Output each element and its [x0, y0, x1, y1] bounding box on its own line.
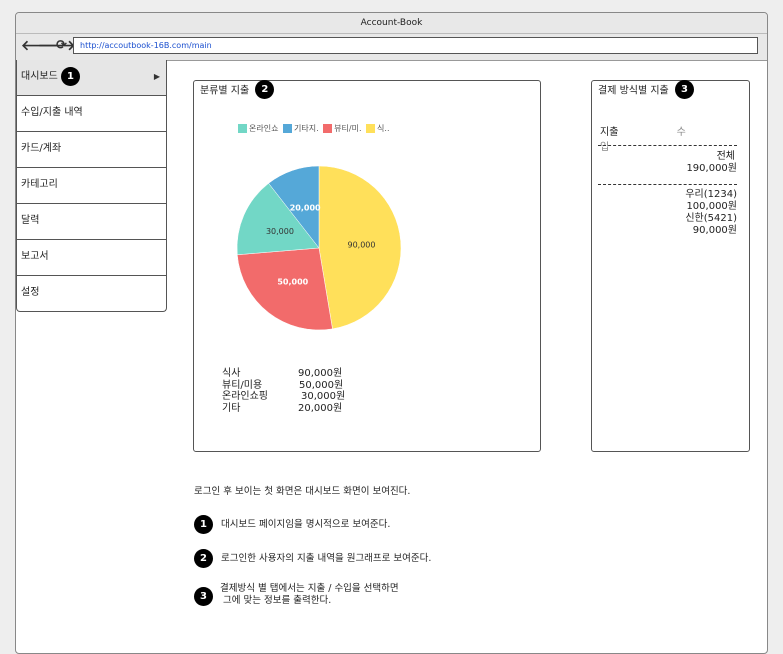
summary-row: 식사 90,000원 [222, 368, 343, 379]
pie-data-label: 20,000 [290, 204, 321, 213]
step-badge: 2 [255, 80, 275, 99]
legend-item[interactable]: 온라인쇼 [238, 124, 278, 133]
refresh-icon[interactable]: ⟳ [56, 37, 67, 55]
payment-methods: 우리(1234) 100,000원 신한(5421) 90,000원 [685, 189, 737, 237]
summary-row: 기타 20,000원 [222, 402, 343, 414]
sidebar-item-label: 달력 [21, 215, 40, 226]
step-badge: 2 [194, 549, 213, 568]
sidebar-item-reports[interactable]: 보고서 [16, 240, 167, 276]
panel-title: 분류별 지출 2 [200, 80, 275, 101]
divider [598, 184, 737, 185]
note-item: 2 로그인한 사용자의 지출 내역을 원그래프로 보여준다. [194, 549, 431, 568]
total-label: 전체 [716, 151, 735, 162]
browser-window: Account-Book 🡐 🡒 ⟳ http://accoutbook-16B… [15, 12, 768, 654]
tab-expense[interactable]: 지출 [600, 127, 618, 138]
sidebar-item-categories[interactable]: 카테고리 [16, 168, 167, 204]
category-expense-panel: 분류별 지출 2 온라인쇼 기타지. 뷰티/미. 식.. 90,000 50,00… [193, 80, 541, 452]
panel-title-text: 분류별 지출 [200, 85, 250, 97]
step-badge: 3 [194, 587, 213, 606]
panel-title-text: 결제 방식별 지출 [598, 85, 669, 97]
pie-chart: 90,000 50,000 30,000 20,000 [236, 165, 402, 331]
divider [598, 145, 737, 146]
summary-row: 온라인쇼핑 30,000원 [222, 391, 346, 402]
total-amount: 190,000원 [686, 163, 737, 174]
payment-method-panel: 결제 방식별 지출 3 지출 수입 전체 190,000원 우리(1234) 1… [591, 80, 750, 452]
payment-total: 전체 190,000원 [686, 151, 737, 175]
sidebar-item-label: 카테고리 [21, 179, 58, 190]
method-name: 신한(5421) [685, 213, 737, 224]
method-name: 우리(1234) [685, 189, 737, 200]
pie-slice[interactable] [237, 247, 333, 331]
sidebar-item-cards[interactable]: 카드/계좌 [16, 132, 167, 168]
panel-title: 결제 방식별 지출 3 [598, 80, 694, 101]
sidebar-item-label: 카드/계좌 [21, 143, 62, 154]
sidebar-item-label: 보고서 [21, 251, 49, 262]
legend-item[interactable]: 기타지. [283, 124, 319, 133]
sidebar-item-label: 설정 [21, 287, 40, 298]
play-arrow-icon: ▶ [153, 72, 160, 81]
method-amount: 100,000원 [686, 201, 737, 212]
chart-legend: 온라인쇼 기타지. 뷰티/미. 식.. [238, 123, 392, 134]
note-intro: 로그인 후 보이는 첫 화면은 대시보드 화면이 보여진다. [194, 486, 411, 497]
sidebar: 대시보드 1 ▶ 수입/지출 내역 카드/계좌 카테고리 달력 보고서 설정 [16, 60, 167, 312]
step-badge: 3 [674, 80, 694, 99]
pie-data-label: 50,000 [277, 278, 308, 287]
legend-item[interactable]: 식.. [366, 124, 390, 133]
sidebar-item-calendar[interactable]: 달력 [16, 204, 167, 240]
note-item: 3결제방식 별 탭에서는 지출 / 수입을 선택하면 그에 맞는 정보를 출력한다… [194, 583, 399, 607]
sidebar-item-dashboard[interactable]: 대시보드 1 ▶ [16, 60, 167, 96]
summary-row: 뷰티/미용 50,000원 [222, 379, 344, 391]
pie-data-label: 30,000 [266, 227, 294, 236]
sidebar-item-transactions[interactable]: 수입/지출 내역 [16, 96, 167, 132]
step-badge: 1 [194, 515, 213, 534]
pie-data-label: 90,000 [347, 240, 375, 249]
sidebar-item-label: 대시보드 [21, 71, 58, 82]
category-summary: 식사 90,000원 뷰티/미용 50,000원 온라인쇼핑 30,000원 기타 20… [222, 368, 345, 414]
browser-navbar: 🡐 🡒 ⟳ http://accoutbook-16B.com/main [16, 34, 767, 61]
window-title: Account-Book [16, 13, 767, 34]
step-badge: 1 [61, 66, 80, 86]
sidebar-item-label: 수입/지출 내역 [21, 107, 83, 118]
method-amount: 90,000원 [692, 225, 737, 236]
address-bar[interactable]: http://accoutbook-16B.com/main [73, 37, 758, 54]
payment-tabs: 지출 수입 [600, 123, 749, 153]
note-item: 1 대시보드 페이지임을 명시적으로 보여준다. [194, 515, 390, 534]
legend-item[interactable]: 뷰티/미. [323, 124, 362, 133]
sidebar-item-settings[interactable]: 설정 [16, 276, 167, 312]
